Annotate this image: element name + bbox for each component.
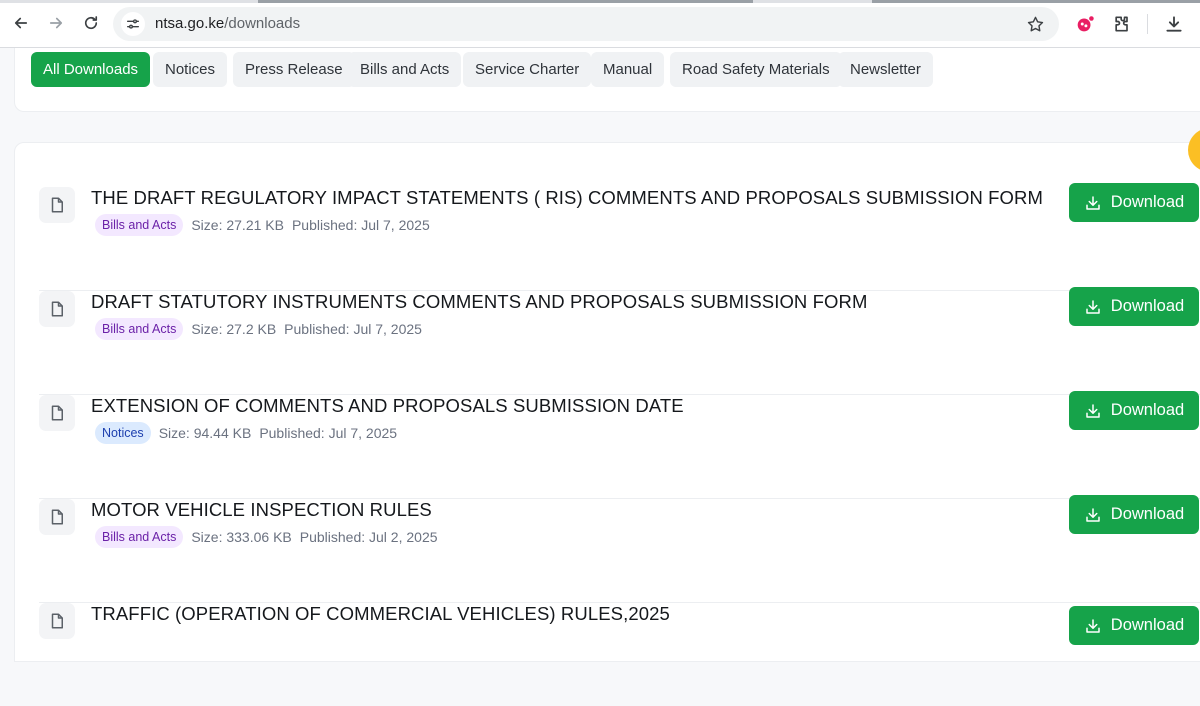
category-filter-bar: All Downloads Notices Press Release Bill… xyxy=(14,48,1200,112)
download-icon xyxy=(1086,618,1100,633)
download-button-label: Download xyxy=(1110,401,1185,419)
published-date: Published: Jul 7, 2025 xyxy=(284,321,422,337)
filter-chip-notices[interactable]: Notices xyxy=(153,52,228,87)
filter-chip-manual[interactable]: Manual xyxy=(591,52,665,87)
published-date: Published: Jul 7, 2025 xyxy=(291,217,430,233)
forward-arrow-icon xyxy=(49,17,63,29)
filter-chip-newsletter[interactable]: Newsletter xyxy=(838,52,933,87)
document-icon xyxy=(39,187,75,223)
published-date: Published: Jul 2, 2025 xyxy=(299,529,438,545)
site-info-button[interactable] xyxy=(121,12,145,36)
bookmark-button[interactable] xyxy=(1025,14,1045,34)
back-arrow-icon xyxy=(14,17,28,29)
extensions-menu-button[interactable] xyxy=(1110,12,1134,36)
file-size: Size: 27.21 KB xyxy=(191,217,284,233)
reload-icon xyxy=(84,16,98,30)
filter-chip-service-charter[interactable]: Service Charter xyxy=(463,52,592,87)
document-icon xyxy=(39,395,75,431)
browser-toolbar: ntsa.go.ke/downloads xyxy=(0,0,1200,48)
list-item: MOTOR VEHICLE INSPECTION RULES Bills and… xyxy=(39,495,1200,603)
puzzle-icon xyxy=(1115,16,1128,32)
address-bar[interactable]: ntsa.go.ke/downloads xyxy=(113,7,1059,41)
document-meta: Bills and Acts Size: 27.2 KB Published: … xyxy=(95,317,430,341)
published-date: Published: Jul 7, 2025 xyxy=(259,425,398,441)
document-icon xyxy=(39,499,75,535)
download-button-label: Download xyxy=(1110,505,1185,523)
document-meta: Notices Size: 94.44 KB Published: Jul 7,… xyxy=(95,421,405,445)
filter-chip-press-release[interactable]: Press Release xyxy=(233,52,355,87)
extension-button[interactable] xyxy=(1073,12,1097,36)
tab-strip-edge xyxy=(0,0,1200,3)
list-item: TRAFFIC (OPERATION OF COMMERCIAL VEHICLE… xyxy=(39,603,1200,706)
document-icon xyxy=(39,291,75,327)
url-text: ntsa.go.ke/downloads xyxy=(155,15,300,33)
file-size: Size: 27.2 KB xyxy=(191,321,277,337)
back-button[interactable] xyxy=(8,10,34,36)
category-badge: Notices xyxy=(95,422,151,444)
url-host: ntsa.go.ke xyxy=(155,15,225,32)
file-size: Size: 94.44 KB xyxy=(158,425,252,441)
list-item: EXTENSION OF COMMENTS AND PROPOSALS SUBM… xyxy=(39,391,1200,499)
list-item: THE DRAFT REGULATORY IMPACT STATEMENTS (… xyxy=(39,183,1200,291)
document-meta: Bills and Acts Size: 27.21 KB Published:… xyxy=(95,213,438,237)
download-button[interactable]: Download xyxy=(1069,391,1199,430)
site-info-icon xyxy=(127,19,139,29)
extension-icon xyxy=(1077,16,1094,32)
document-title[interactable]: DRAFT STATUTORY INSTRUMENTS COMMENTS AND… xyxy=(91,291,868,313)
download-button[interactable]: Download xyxy=(1069,606,1199,645)
toolbar-separator xyxy=(1147,14,1148,34)
filter-chip-all-downloads[interactable]: All Downloads xyxy=(31,52,151,87)
download-button[interactable]: Download xyxy=(1069,495,1199,534)
category-badge: Bills and Acts xyxy=(95,526,184,548)
download-icon xyxy=(1086,507,1100,522)
forward-button[interactable] xyxy=(43,10,69,36)
star-icon xyxy=(1027,16,1043,31)
download-button[interactable]: Download xyxy=(1069,183,1199,222)
download-icon xyxy=(1086,195,1100,210)
document-title[interactable]: MOTOR VEHICLE INSPECTION RULES xyxy=(91,499,432,521)
downloads-button[interactable] xyxy=(1162,12,1186,36)
document-title[interactable]: THE DRAFT REGULATORY IMPACT STATEMENTS (… xyxy=(91,187,1043,209)
file-size: Size: 333.06 KB xyxy=(191,529,292,545)
document-icon xyxy=(39,603,75,639)
list-item: DRAFT STATUTORY INSTRUMENTS COMMENTS AND… xyxy=(39,287,1200,395)
url-path: /downloads xyxy=(224,15,301,32)
category-badge: Bills and Acts xyxy=(95,214,184,236)
download-button[interactable]: Download xyxy=(1069,287,1199,326)
download-icon xyxy=(1086,299,1100,314)
tab-indicator xyxy=(872,0,1200,3)
downloads-list: THE DRAFT REGULATORY IMPACT STATEMENTS (… xyxy=(14,142,1200,662)
filter-chip-bills-and-acts[interactable]: Bills and Acts xyxy=(348,52,462,87)
filter-chip-road-safety-materials[interactable]: Road Safety Materials xyxy=(670,52,842,87)
reload-button[interactable] xyxy=(78,10,104,36)
document-title[interactable]: EXTENSION OF COMMENTS AND PROPOSALS SUBM… xyxy=(91,395,684,417)
download-button-label: Download xyxy=(1110,193,1185,211)
download-button-label: Download xyxy=(1110,616,1185,634)
tab-indicator xyxy=(258,0,753,3)
download-icon xyxy=(1166,16,1182,32)
download-button-label: Download xyxy=(1110,297,1185,315)
category-badge: Bills and Acts xyxy=(95,318,184,340)
download-icon xyxy=(1086,403,1100,418)
document-meta: Bills and Acts Size: 333.06 KB Published… xyxy=(95,525,446,549)
